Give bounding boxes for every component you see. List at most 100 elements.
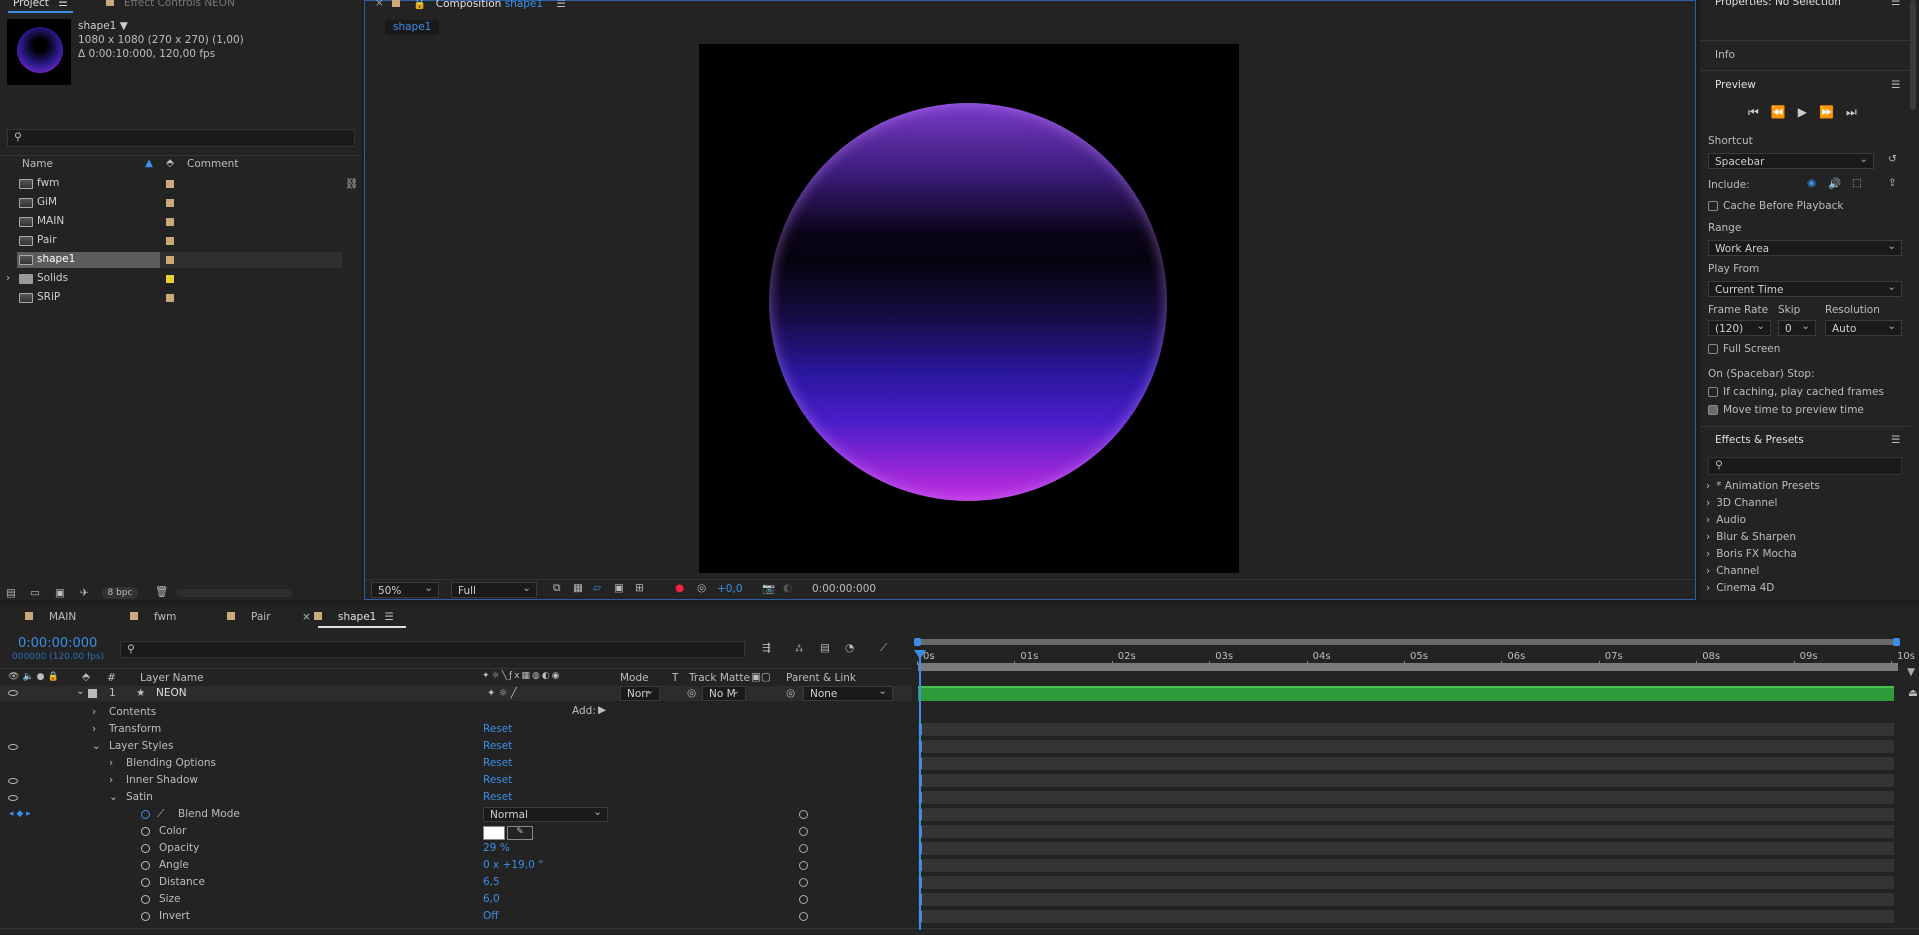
draft-3d-icon[interactable]: ⛼ bbox=[795, 642, 803, 656]
frame-rate-dropdown[interactable]: (120) bbox=[1708, 318, 1771, 336]
label-color-swatch[interactable] bbox=[166, 275, 174, 283]
chevron-down-icon[interactable]: ⌄ bbox=[92, 738, 101, 755]
property-row[interactable]: Color ✎ bbox=[0, 823, 1894, 840]
col-header-comment[interactable]: Comment bbox=[187, 158, 238, 170]
preview-menu-icon[interactable]: ☰ bbox=[1891, 79, 1900, 91]
chevron-right-icon[interactable]: › bbox=[92, 704, 96, 721]
blend-mode-dropdown[interactable]: Normal bbox=[483, 805, 608, 822]
layer-switches[interactable]: ✦ ☼ ╱ bbox=[487, 686, 517, 701]
visibility-eye-icon[interactable] bbox=[8, 744, 18, 750]
track-matte-dropdown[interactable]: No M bbox=[702, 684, 746, 701]
effects-category[interactable]: › 3D Channel bbox=[1706, 495, 1777, 512]
timeline-tab[interactable]: Pair bbox=[227, 611, 271, 623]
comp-timecode[interactable]: 0:00:00:000 bbox=[812, 583, 876, 595]
visibility-eye-icon[interactable] bbox=[8, 778, 18, 784]
timeline-tab[interactable]: × shape1 ☰ bbox=[302, 611, 394, 623]
property-row[interactable]: Angle 0 x +19,0 ° bbox=[0, 857, 1894, 874]
include-overlays-icon[interactable]: ⬚ bbox=[1852, 177, 1862, 189]
property-value[interactable]: 6,0 bbox=[483, 891, 500, 908]
thumbnail-size-slider[interactable] bbox=[176, 589, 292, 597]
trash-icon[interactable]: 🗑 bbox=[155, 585, 168, 598]
property-row[interactable]: › Inner Shadow Reset bbox=[0, 772, 1894, 789]
label-color-swatch[interactable] bbox=[166, 180, 174, 188]
chevron-right-icon[interactable]: › bbox=[92, 721, 96, 738]
effects-category[interactable]: › * Animation Presets bbox=[1706, 478, 1820, 495]
expand-arrow-icon[interactable]: ⌄ bbox=[76, 685, 85, 697]
visibility-eye-icon[interactable] bbox=[8, 795, 18, 801]
visibility-eye-icon[interactable] bbox=[8, 690, 18, 696]
effects-search-input[interactable]: ⚲ bbox=[1708, 457, 1902, 475]
parent-dropdown[interactable]: None bbox=[803, 684, 893, 701]
info-label[interactable]: Info bbox=[1715, 49, 1735, 61]
previous-frame-icon[interactable]: ⏪ bbox=[1771, 105, 1798, 119]
graph-editor-icon[interactable]: ⟋ bbox=[880, 642, 887, 655]
fast-previews-icon[interactable]: ⧉ bbox=[553, 582, 561, 595]
flowchart-icon[interactable]: ⛓ bbox=[345, 177, 358, 190]
layer-duration-bar[interactable] bbox=[918, 686, 1894, 701]
pickwhip-icon[interactable] bbox=[799, 827, 808, 836]
property-row[interactable]: ⌄ Satin Reset bbox=[0, 789, 1894, 806]
property-row[interactable]: › Blending Options Reset bbox=[0, 755, 1894, 772]
motion-blur-icon[interactable]: ◔ bbox=[845, 642, 854, 654]
layer-end-icon[interactable]: ⏏ bbox=[1908, 687, 1918, 699]
label-color-swatch[interactable] bbox=[166, 294, 174, 302]
property-value[interactable]: Reset bbox=[483, 738, 512, 755]
video-icon[interactable]: 👁 bbox=[8, 672, 22, 682]
stopwatch-icon[interactable] bbox=[141, 810, 150, 819]
project-item[interactable]: MAIN bbox=[17, 213, 342, 230]
label-color-swatch[interactable] bbox=[166, 218, 174, 226]
region-of-interest-icon[interactable]: ▣ bbox=[614, 582, 624, 594]
project-item[interactable]: GiM bbox=[17, 194, 342, 211]
stopwatch-icon[interactable] bbox=[141, 827, 150, 836]
panel-scrollbar[interactable] bbox=[1910, 0, 1916, 110]
property-row[interactable]: Distance 6,5 bbox=[0, 874, 1894, 891]
property-value[interactable]: 29 % bbox=[483, 840, 510, 857]
cache-checkbox[interactable] bbox=[1708, 201, 1718, 211]
interpret-footage-icon[interactable]: ▤ bbox=[6, 587, 16, 599]
stopwatch-icon[interactable] bbox=[141, 912, 150, 921]
pickwhip-icon[interactable] bbox=[799, 912, 808, 921]
comp-end-marker-icon[interactable]: ▼ bbox=[1907, 666, 1915, 678]
project-search-input[interactable]: ⚲ bbox=[7, 129, 355, 147]
property-value[interactable]: Reset bbox=[483, 789, 512, 806]
eyedropper-icon[interactable]: ✎ bbox=[507, 826, 533, 840]
label-color-swatch[interactable] bbox=[166, 237, 174, 245]
preview-label[interactable]: Preview bbox=[1715, 79, 1756, 91]
if-caching-option[interactable]: If caching, play cached frames bbox=[1708, 384, 1884, 401]
new-composition-icon[interactable]: ▣ bbox=[55, 587, 65, 599]
solo-icon[interactable]: ● bbox=[37, 672, 48, 682]
col-layer-name[interactable]: Layer Name bbox=[140, 672, 204, 684]
snapshot-icon[interactable]: 📷 bbox=[762, 582, 775, 595]
layer-row-neon[interactable]: ⌄ 1 ★ NEON ✦ ☼ ╱ Norr ◎ No M ◎ None bbox=[0, 684, 912, 701]
property-row[interactable]: › Transform Reset bbox=[0, 721, 1894, 738]
preview-resolution-dropdown[interactable]: Auto bbox=[1825, 318, 1902, 336]
panel-menu-icon[interactable]: ☰ bbox=[556, 0, 565, 10]
move-time-option[interactable]: Move time to preview time bbox=[1708, 402, 1864, 419]
grid-guides-icon[interactable]: ⊞ bbox=[635, 582, 644, 594]
next-frame-icon[interactable]: ⏩ bbox=[1819, 105, 1846, 119]
comp-canvas[interactable] bbox=[699, 44, 1239, 573]
property-row[interactable]: ◂ ◆ ▸ ⟋ Blend Mode Normal bbox=[0, 805, 1894, 823]
play-icon[interactable]: ▶ bbox=[1798, 105, 1819, 119]
panel-menu-icon[interactable]: ☰ bbox=[384, 611, 393, 623]
mask-visibility-icon[interactable]: ▱ bbox=[593, 582, 601, 594]
effects-presets-label[interactable]: Effects & Presets bbox=[1715, 434, 1804, 446]
tab-effect-controls[interactable]: Effect Controls NEON bbox=[106, 0, 235, 11]
work-area-start-handle[interactable] bbox=[914, 638, 921, 646]
comp-tab[interactable]: 🔒 Composition shape1 ☰ bbox=[392, 0, 566, 10]
matte-link-icon[interactable]: ◎ bbox=[687, 686, 696, 701]
audio-icon[interactable]: 🔈 bbox=[22, 672, 36, 682]
effects-category[interactable]: › Boris FX Mocha bbox=[1706, 546, 1797, 563]
effects-category[interactable]: › Cinema 4D bbox=[1706, 580, 1774, 597]
comp-breadcrumb[interactable]: shape1 bbox=[385, 20, 440, 35]
label-color-swatch[interactable] bbox=[166, 256, 174, 264]
project-item[interactable]: fwm bbox=[17, 175, 342, 192]
stopwatch-icon[interactable] bbox=[141, 878, 150, 887]
lock-icon[interactable]: 🔒 bbox=[413, 0, 426, 10]
range-dropdown[interactable]: Work Area bbox=[1708, 238, 1902, 256]
pickwhip-icon[interactable] bbox=[799, 878, 808, 887]
work-area-bar[interactable] bbox=[914, 638, 1900, 646]
expand-arrow-icon[interactable]: › bbox=[6, 270, 10, 287]
property-row[interactable]: Size 6,0 bbox=[0, 891, 1894, 908]
shortcut-dropdown[interactable]: Spacebar bbox=[1708, 151, 1874, 169]
